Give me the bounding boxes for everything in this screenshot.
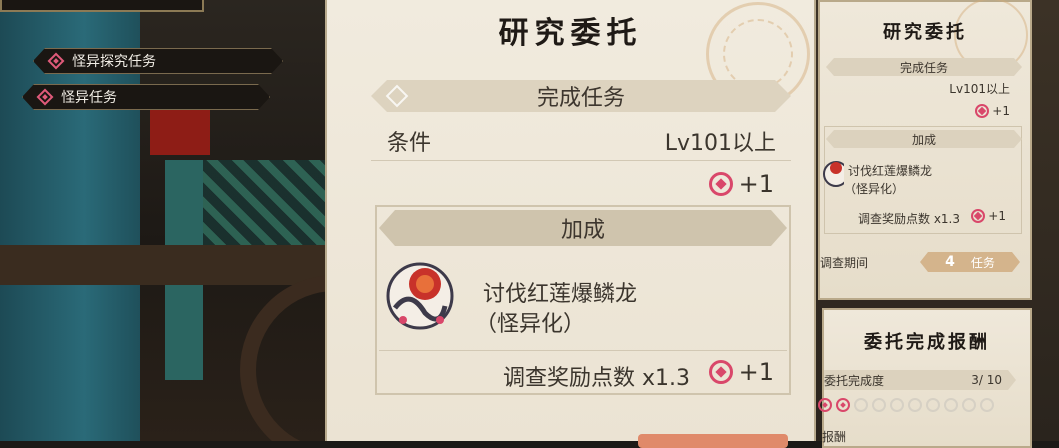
complete-section-label: 完成任务 [536,86,625,111]
side-panel-title: 研究委托 [883,22,967,43]
side-period-label: 调查期间 [820,256,869,270]
progress-label: 委托完成度 [824,373,885,388]
condition-label: 条件 [387,131,432,156]
research-request-panel: 研究委托 完成任务 条件 Lv101以上 +1 加成 讨伐红莲爆鳞龙 （怪异化）… [325,0,816,448]
quest-tag-label: 怪异任务 [61,90,117,106]
side-complete-label: 完成任务 [899,60,948,75]
progress-dot-empty-icon [908,398,922,412]
progress-band: 委托完成度 3/ 10 [824,370,1016,390]
reward-label: 报酬 [822,430,847,444]
condition-value: Lv101以上 [664,131,776,156]
progress-dot-filled-icon [818,398,832,412]
side-bonus-reward-value: +1 [988,209,1006,223]
reward-panel-title: 委托完成报酬 [864,332,990,353]
progress-dot-filled-icon [836,398,850,412]
bonus-section-label: 加成 [560,218,605,243]
period-value: 4 [945,254,955,270]
panel-title: 研究委托 [498,16,643,51]
progress-dot-empty-icon [854,398,868,412]
side-bonus-label: 加成 [911,132,936,147]
bonus-section-header: 加成 [379,210,787,246]
complete-reward: +1 [708,170,774,198]
complete-reward-value: +1 [738,170,774,198]
side-condition-value: Lv101以上 [949,82,1010,96]
side-complete-reward-value: +1 [992,104,1010,118]
target-variant: （怪异化） [475,312,586,337]
side-target-variant: （怪异化） [844,182,905,196]
divider [371,160,791,161]
research-point-icon [708,360,733,384]
side-bonus-reward: +1 [971,209,1006,223]
complete-section-header: 完成任务 [371,80,791,112]
progress-dot-empty-icon [872,398,886,412]
side-bonus-label-text: 调查奖励点数 x1.3 [858,212,961,226]
target-name: 讨伐红莲爆鳞龙 [483,282,638,307]
progress-dot-empty-icon [926,398,940,412]
side-complete-header: 完成任务 [826,58,1022,76]
side-bonus-header: 加成 [826,130,1022,148]
quest-diamond-icon [37,89,54,106]
side-complete-reward: +1 [975,104,1010,118]
crimson-glow-valstrax-icon [386,262,454,330]
progress-dot-empty-icon [944,398,958,412]
side-target-name: 讨伐红莲爆鳞龙 [848,164,933,178]
progress-dot-empty-icon [890,398,904,412]
divider [379,350,787,351]
top-bar [0,0,204,12]
bonus-reward: +1 [708,358,774,386]
quest-tag-anomaly[interactable]: 怪异任务 [22,84,270,110]
progress-dot-empty-icon [980,398,994,412]
progress-dots [818,398,994,412]
side-request-panel: 研究委托 完成任务 Lv101以上 +1 加成 讨伐红莲爆鳞龙 （怪异化） 调查… [818,0,1032,300]
quest-tag-label: 怪异探究任务 [72,54,156,70]
research-point-icon [975,104,990,118]
wooden-beam [0,245,330,285]
bonus-label: 调查奖励点数 x1.3 [503,366,691,391]
period-unit: 任务 [970,255,995,270]
quest-diamond-icon [48,53,65,70]
crimson-glow-valstrax-icon [823,161,844,187]
progress-dot-empty-icon [962,398,976,412]
bonus-reward-value: +1 [738,358,774,386]
research-point-icon [708,172,733,196]
research-point-icon [971,209,986,223]
band-diamond-icon [386,85,409,108]
reward-panel: 委托完成报酬 委托完成度 3/ 10 报酬 [818,308,1032,448]
period-tag: 4 任务 [920,252,1020,272]
quest-tag-anomaly-investigation[interactable]: 怪异探究任务 [33,48,283,74]
progress-value: 3/ 10 [971,373,1002,387]
bottom-button[interactable] [638,434,788,448]
